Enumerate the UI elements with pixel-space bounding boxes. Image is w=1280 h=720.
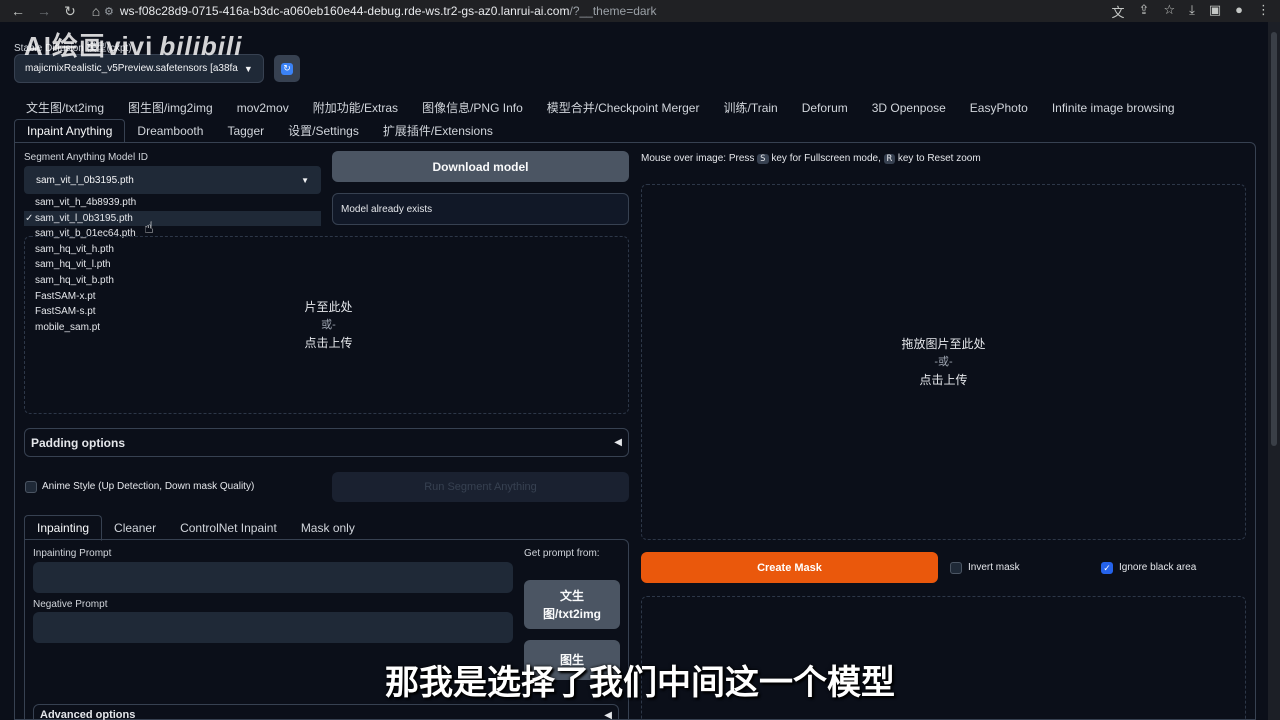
checkpoint-value: majicmixRealistic_v5Preview.safetensors … bbox=[25, 63, 238, 74]
key-s: S bbox=[757, 154, 769, 164]
sam-model-label: Segment Anything Model ID bbox=[24, 152, 148, 163]
anime-style-checkbox[interactable] bbox=[25, 481, 37, 493]
hand-cursor-icon: ☝ bbox=[144, 220, 154, 237]
key-r: R bbox=[883, 154, 896, 164]
tab-inpainting[interactable]: Inpainting bbox=[24, 515, 103, 541]
create-mask-button[interactable]: Create Mask bbox=[641, 552, 938, 583]
inpainting-prompt-label: Inpainting Prompt bbox=[33, 548, 112, 559]
main-tabs: 文生图/txt2img 图生图/img2img mov2mov 附加功能/Ext… bbox=[14, 97, 1187, 119]
hint-pre: Mouse over image: Press bbox=[641, 153, 755, 164]
forward-icon[interactable]: → bbox=[36, 3, 52, 19]
url-host: ws-f08c28d9-0715-416a-b3dc-a060eb160e44-… bbox=[119, 4, 570, 18]
watermark-text: AI绘画vivi bbox=[24, 31, 154, 61]
txt2img-line2: 图/txt2img bbox=[542, 606, 601, 621]
tab-checkpoint-merger[interactable]: 模型合并/Checkpoint Merger bbox=[535, 97, 712, 119]
anime-style-label: Anime Style (Up Detection, Down mask Qua… bbox=[42, 481, 255, 492]
upload-click-text: 点击上传 bbox=[304, 336, 353, 350]
download-icon[interactable]: ⤓ bbox=[1189, 2, 1195, 21]
tab-png-info[interactable]: 图像信息/PNG Info bbox=[410, 97, 535, 119]
advanced-options-accordion[interactable]: Advanced options ◀ bbox=[33, 704, 619, 720]
negative-prompt-input[interactable] bbox=[33, 612, 513, 643]
scrollbar-thumb[interactable] bbox=[1271, 32, 1277, 446]
tab-controlnet-inpaint[interactable]: ControlNet Inpaint bbox=[168, 516, 289, 540]
refresh-checkpoint-button[interactable]: ↻ bbox=[274, 55, 300, 82]
profile-icon[interactable]: ● bbox=[1235, 2, 1243, 21]
home-icon[interactable]: ⌂ bbox=[88, 3, 104, 19]
bilibili-logo: bilibili bbox=[159, 31, 243, 61]
tab-inpaint-anything[interactable]: Inpaint Anything bbox=[14, 119, 126, 143]
video-subtitle: 那我是选择了我们中间这一个模型 bbox=[385, 664, 895, 702]
padding-options-label: Padding options bbox=[31, 435, 125, 450]
tab-txt2img[interactable]: 文生图/txt2img bbox=[14, 97, 116, 119]
check-icon: ✓ bbox=[1103, 562, 1111, 573]
refresh-icon: ↻ bbox=[281, 62, 293, 75]
sam-image-dropzone[interactable]: 拖放图片至此处 -或- 点击上传 bbox=[641, 184, 1246, 540]
hint-post: key to Reset zoom bbox=[897, 153, 981, 164]
hint-mid: key for Fullscreen mode, bbox=[771, 153, 881, 164]
tab-mask-only[interactable]: Mask only bbox=[289, 516, 367, 540]
site-info-icon[interactable]: ⚙ bbox=[104, 5, 114, 18]
run-segment-anything-button[interactable]: Run Segment Anything bbox=[332, 472, 629, 502]
tab-3d-openpose[interactable]: 3D Openpose bbox=[860, 97, 958, 119]
inpainting-prompt-input[interactable] bbox=[33, 562, 513, 593]
padding-options-accordion[interactable]: Padding options ◀ bbox=[24, 428, 629, 457]
sidebar-icon[interactable]: ▣ bbox=[1209, 2, 1221, 21]
get-prompt-label: Get prompt from: bbox=[524, 548, 600, 559]
download-model-button[interactable]: Download model bbox=[332, 151, 629, 182]
inpaint-subtabs: Inpainting Cleaner ControlNet Inpaint Ma… bbox=[24, 515, 367, 541]
share-icon[interactable]: ⇪ bbox=[1139, 2, 1150, 21]
tab-settings[interactable]: 设置/Settings bbox=[276, 120, 371, 142]
txt2img-line1: 文生 bbox=[559, 588, 584, 603]
sam-model-value: sam_vit_l_0b3195.pth bbox=[36, 174, 134, 186]
dropdown-option-selected[interactable]: ✓ sam_vit_l_0b3195.pth bbox=[24, 210, 321, 227]
collapse-arrow-icon: ◀ bbox=[604, 709, 612, 720]
upload-or: 或- bbox=[321, 319, 336, 331]
tab-dreambooth[interactable]: Dreambooth bbox=[125, 120, 215, 142]
ignore-black-area-label: Ignore black area bbox=[1119, 562, 1197, 573]
tab-extensions[interactable]: 扩展插件/Extensions bbox=[371, 120, 505, 142]
zoom-hint: Mouse over image: Press S key for Fullsc… bbox=[641, 153, 981, 164]
url-path: /?__theme=dark bbox=[569, 4, 657, 18]
invert-mask-checkbox[interactable] bbox=[950, 562, 962, 574]
dropdown-option-label: sam_vit_l_0b3195.pth bbox=[35, 212, 133, 224]
menu-icon[interactable]: ⋮ bbox=[1257, 2, 1270, 21]
ignore-black-area-checkbox[interactable]: ✓ bbox=[1101, 562, 1113, 574]
tab-train[interactable]: 训练/Train bbox=[711, 97, 789, 119]
main-tabs-row-2: Inpaint Anything Dreambooth Tagger 设置/Se… bbox=[14, 119, 505, 143]
upload-text: 片至此处 bbox=[304, 300, 353, 314]
chevron-down-icon: ▼ bbox=[243, 63, 253, 74]
model-status-box: Model already exists bbox=[332, 193, 629, 225]
dropdown-option[interactable]: sam_vit_h_4b8939.pth bbox=[24, 195, 321, 211]
input-image-dropzone[interactable]: 片至此处 或- 点击上传 bbox=[24, 236, 629, 414]
video-watermark: AI绘画vivi bilibili bbox=[24, 26, 242, 63]
tab-deforum[interactable]: Deforum bbox=[790, 97, 860, 119]
browser-toolbar: ← → ↻ ⌂ ⚙ ws-f08c28d9-0715-416a-b3dc-a06… bbox=[0, 0, 1280, 22]
back-icon[interactable]: ← bbox=[10, 3, 26, 19]
collapse-arrow-icon: ◀ bbox=[614, 437, 622, 448]
check-icon: ✓ bbox=[25, 212, 34, 224]
tab-tagger[interactable]: Tagger bbox=[215, 120, 276, 142]
tab-extras[interactable]: 附加功能/Extras bbox=[301, 97, 410, 119]
upload-text: 拖放图片至此处 bbox=[901, 337, 986, 351]
upload-click-text: 点击上传 bbox=[919, 373, 968, 387]
sam-model-dropdown[interactable]: sam_vit_l_0b3195.pth ▼ bbox=[24, 166, 321, 194]
tab-easyphoto[interactable]: EasyPhoto bbox=[958, 97, 1040, 119]
tab-infinite-image-browsing[interactable]: Infinite image browsing bbox=[1040, 97, 1187, 119]
tab-mov2mov[interactable]: mov2mov bbox=[225, 97, 301, 119]
page-scrollbar[interactable] bbox=[1268, 22, 1280, 720]
address-bar[interactable]: ⚙ ws-f08c28d9-0715-416a-b3dc-a060eb160e4… bbox=[104, 1, 1174, 21]
tab-cleaner[interactable]: Cleaner bbox=[102, 516, 168, 540]
upload-or: -或- bbox=[934, 356, 953, 368]
negative-prompt-label: Negative Prompt bbox=[33, 599, 108, 610]
invert-mask-label: Invert mask bbox=[968, 562, 1020, 573]
chevron-down-icon: ▼ bbox=[301, 175, 309, 185]
reload-icon[interactable]: ↻ bbox=[62, 3, 78, 20]
translate-icon[interactable]: 文 bbox=[1112, 2, 1125, 21]
get-prompt-txt2img-button[interactable]: 文生 图/txt2img bbox=[524, 580, 620, 629]
bookmark-star-icon[interactable]: ☆ bbox=[1163, 2, 1175, 21]
tab-img2img[interactable]: 图生图/img2img bbox=[116, 97, 225, 119]
advanced-options-label: Advanced options bbox=[40, 709, 136, 720]
